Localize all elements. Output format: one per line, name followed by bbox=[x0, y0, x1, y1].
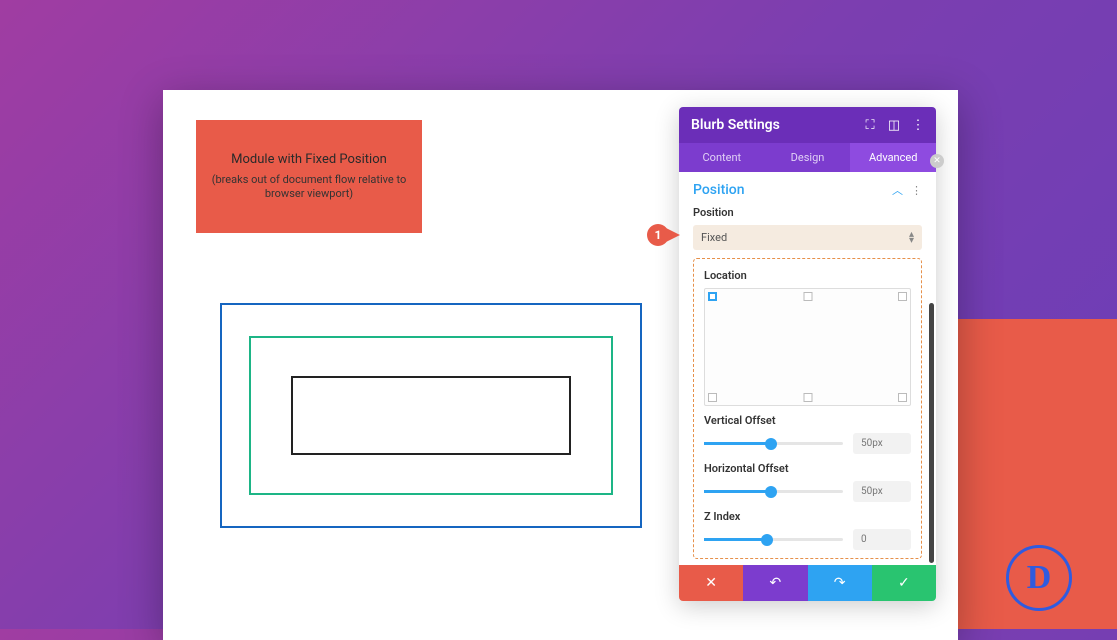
section-title: Position bbox=[693, 182, 745, 198]
row-outline[interactable] bbox=[249, 336, 613, 495]
section-header[interactable]: Position ︿ ⋮ bbox=[693, 182, 922, 198]
zindex-value[interactable]: 0 bbox=[853, 529, 911, 550]
section-outline[interactable] bbox=[220, 303, 642, 528]
location-bottom-center[interactable] bbox=[803, 393, 812, 402]
section-icons: ︿ ⋮ bbox=[892, 182, 922, 198]
zindex-slider[interactable] bbox=[704, 538, 843, 541]
settings-panel: Blurb Settings ⛶ ◫ ⋮ Content Design Adva… bbox=[679, 107, 936, 601]
callout-marker: 1 bbox=[647, 224, 680, 246]
fixed-position-module[interactable]: Module with Fixed Position (breaks out o… bbox=[196, 120, 422, 233]
header-icons: ⛶ ◫ ⋮ bbox=[864, 119, 924, 131]
voffset-row: 50px bbox=[704, 433, 911, 454]
tab-design[interactable]: Design bbox=[765, 143, 851, 172]
panel-header[interactable]: Blurb Settings ⛶ ◫ ⋮ bbox=[679, 107, 936, 143]
logo-letter: D bbox=[1027, 559, 1052, 597]
expand-icon[interactable]: ⛶ bbox=[864, 119, 876, 131]
zindex-label: Z Index bbox=[704, 510, 911, 523]
callout-arrow-icon bbox=[666, 228, 680, 242]
slider-thumb[interactable] bbox=[765, 486, 777, 498]
select-carets-icon: ▴▾ bbox=[909, 232, 914, 244]
location-top-center[interactable] bbox=[803, 292, 812, 301]
location-label: Location bbox=[704, 269, 911, 282]
close-badge-icon[interactable]: ✕ bbox=[930, 154, 944, 168]
editor-canvas: Module with Fixed Position (breaks out o… bbox=[163, 90, 958, 640]
undo-button[interactable]: ↶ bbox=[743, 565, 807, 601]
voffset-value[interactable]: 50px bbox=[853, 433, 911, 454]
location-bottom-left[interactable] bbox=[708, 393, 717, 402]
scrollbar[interactable] bbox=[929, 303, 934, 563]
slider-thumb[interactable] bbox=[765, 438, 777, 450]
hoffset-label: Horizontal Offset bbox=[704, 462, 911, 475]
redo-button[interactable]: ↷ bbox=[808, 565, 872, 601]
location-top-right[interactable] bbox=[898, 292, 907, 301]
location-picker[interactable] bbox=[704, 288, 911, 406]
tab-content[interactable]: Content bbox=[679, 143, 765, 172]
module-subtitle: (breaks out of document flow relative to… bbox=[206, 173, 412, 202]
save-button[interactable]: ✓ bbox=[872, 565, 936, 601]
position-label: Position bbox=[693, 206, 922, 219]
tab-advanced[interactable]: Advanced bbox=[850, 143, 936, 172]
module-title: Module with Fixed Position bbox=[231, 152, 387, 167]
slider-thumb[interactable] bbox=[761, 534, 773, 546]
panel-tabs: Content Design Advanced bbox=[679, 143, 936, 172]
location-bottom-right[interactable] bbox=[898, 393, 907, 402]
section-menu-icon[interactable]: ⋮ bbox=[911, 184, 922, 197]
panel-title: Blurb Settings bbox=[691, 117, 780, 133]
snap-icon[interactable]: ◫ bbox=[888, 119, 900, 131]
options-group: Location Vertical Offset 50px bbox=[693, 258, 922, 559]
location-top-left[interactable] bbox=[708, 292, 717, 301]
zindex-row: 0 bbox=[704, 529, 911, 550]
layout-preview bbox=[220, 303, 642, 528]
divi-logo: D bbox=[1006, 545, 1072, 611]
cancel-button[interactable]: ✕ bbox=[679, 565, 743, 601]
hoffset-slider[interactable] bbox=[704, 490, 843, 493]
hoffset-value[interactable]: 50px bbox=[853, 481, 911, 502]
voffset-slider[interactable] bbox=[704, 442, 843, 445]
hoffset-row: 50px bbox=[704, 481, 911, 502]
voffset-label: Vertical Offset bbox=[704, 414, 911, 427]
position-select[interactable]: Fixed ▴▾ bbox=[693, 225, 922, 250]
module-outline[interactable] bbox=[291, 376, 572, 455]
panel-footer: ✕ ↶ ↷ ✓ bbox=[679, 565, 936, 601]
position-value: Fixed bbox=[701, 231, 727, 244]
chevron-up-icon[interactable]: ︿ bbox=[892, 182, 903, 198]
menu-icon[interactable]: ⋮ bbox=[912, 119, 924, 131]
panel-body: Position ︿ ⋮ Position Fixed ▴▾ Location bbox=[679, 172, 936, 565]
